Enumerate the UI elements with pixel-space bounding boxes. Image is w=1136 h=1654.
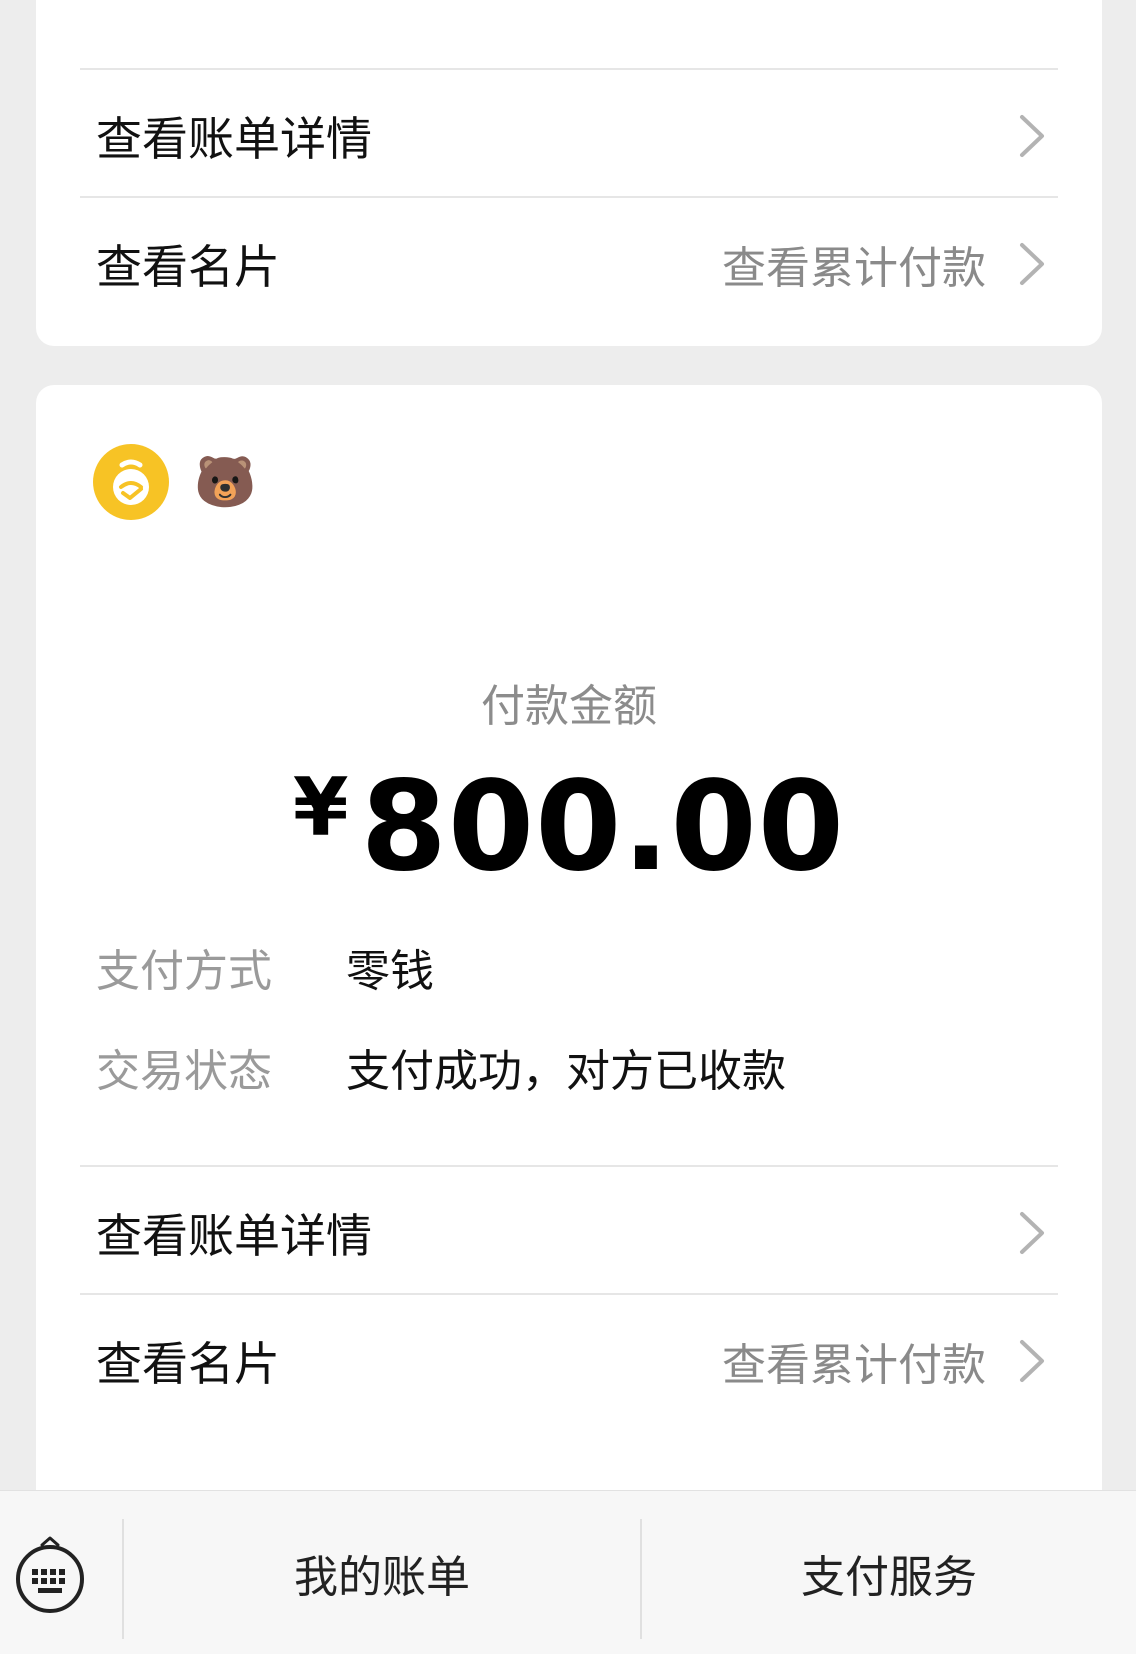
chevron-right-icon bbox=[1020, 1212, 1044, 1254]
keyboard-icon bbox=[16, 1536, 84, 1613]
amount-value: 800.00 bbox=[360, 755, 846, 899]
bill-detail-row[interactable]: 查看账单详情 bbox=[80, 1165, 1058, 1299]
currency-symbol: ¥ bbox=[292, 761, 349, 854]
chevron-right-icon bbox=[1020, 243, 1044, 285]
previous-payment-card: 查看账单详情 查看名片 查看累计付款 bbox=[36, 0, 1102, 346]
card-label: 查看名片 bbox=[96, 240, 280, 294]
my-bill-button[interactable]: 我的账单 bbox=[124, 1491, 640, 1654]
payment-method-row: 支付方式 零钱 bbox=[96, 935, 434, 999]
card-label: 查看名片 bbox=[96, 1337, 280, 1391]
merchant-logo-icon bbox=[93, 444, 169, 520]
transaction-status-row: 交易状态 支付成功，对方已收款 bbox=[96, 1035, 786, 1099]
payment-method-value: 零钱 bbox=[346, 946, 434, 997]
bill-detail-label: 查看账单详情 bbox=[96, 1209, 372, 1263]
transaction-status-label: 交易状态 bbox=[96, 1046, 272, 1097]
payment-amount: ¥800.00 bbox=[36, 755, 1102, 899]
bottom-menu-bar: 我的账单 支付服务 bbox=[0, 1490, 1136, 1654]
keyboard-toggle-button[interactable] bbox=[10, 1533, 90, 1613]
transaction-status-value: 支付成功，对方已收款 bbox=[346, 1046, 786, 1097]
pay-service-button[interactable]: 支付服务 bbox=[642, 1491, 1136, 1654]
amount-label: 付款金额 bbox=[481, 681, 657, 732]
chevron-right-icon bbox=[1020, 1340, 1044, 1382]
bear-icon: 🐻 bbox=[194, 453, 257, 511]
bill-detail-label: 查看账单详情 bbox=[96, 112, 372, 166]
card-row[interactable]: 查看名片 查看累计付款 bbox=[80, 1293, 1058, 1427]
cumulative-payment-link[interactable]: 查看累计付款 bbox=[722, 232, 986, 296]
payment-card: 🐻 付款金额 ¥800.00 支付方式 零钱 交易状态 支付成功，对方已收款 查… bbox=[36, 385, 1102, 1535]
cumulative-payment-link[interactable]: 查看累计付款 bbox=[722, 1329, 986, 1393]
merchant-header[interactable]: 🐻 bbox=[92, 443, 256, 521]
payment-method-label: 支付方式 bbox=[96, 946, 272, 997]
card-row-top[interactable]: 查看名片 查看累计付款 bbox=[80, 196, 1058, 330]
bill-detail-row-top[interactable]: 查看账单详情 bbox=[80, 68, 1058, 202]
bill-screen: 查看账单详情 查看名片 查看累计付款 🐻 付款金额 ¥800.00 支付方式 零… bbox=[0, 0, 1136, 1654]
chevron-right-icon bbox=[1020, 115, 1044, 157]
